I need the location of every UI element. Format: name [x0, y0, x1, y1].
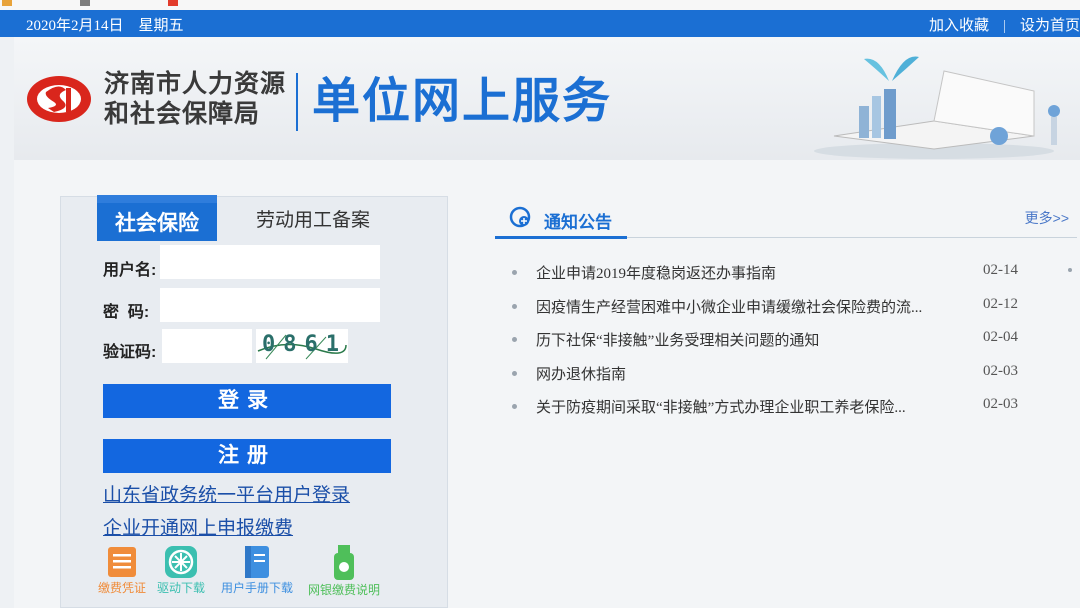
captcha-label: 验证码: — [103, 344, 157, 361]
username-input[interactable] — [160, 245, 380, 279]
notice-header: 通知公告 更多>> — [495, 196, 1077, 239]
social-security-logo-icon — [27, 76, 91, 122]
download-driver-icon — [165, 546, 197, 578]
add-favorite-link[interactable]: 加入收藏 — [929, 18, 989, 34]
notice-text[interactable]: 网办退休指南 — [536, 363, 626, 384]
tool-driver-download[interactable]: 驱动下载 — [152, 545, 210, 596]
more-notices-link[interactable]: 更多>> — [1025, 208, 1069, 228]
list-item[interactable]: 历下社保“非接触”业务受理相关问题的通知 02-04 — [512, 329, 1080, 363]
service-title: 单位网上服务 — [312, 75, 613, 128]
header-divider — [296, 73, 298, 131]
organization-name-line1: 济南市人力资源 — [104, 70, 287, 98]
list-item[interactable]: 因疫情生产经营困难中小微企业申请缓缴社会保险费的流... 02-12 — [512, 296, 1080, 330]
bullet-icon — [512, 370, 517, 376]
bullet-icon — [1068, 268, 1072, 272]
username-label: 用户名: — [103, 262, 157, 279]
password-label: 密 码: — [103, 304, 150, 321]
decorative-book-illustration-icon — [814, 56, 1060, 159]
receipt-icon — [108, 547, 136, 577]
notice-bell-icon — [509, 206, 531, 228]
tool-payment-receipt[interactable]: 缴费凭证 — [94, 545, 150, 596]
usb-key-icon — [334, 545, 354, 580]
notice-date: 02-03 — [983, 362, 1018, 379]
password-input[interactable] — [160, 288, 380, 322]
browser-bookmarks-bar — [0, 0, 1080, 10]
notice-title-underline — [495, 236, 627, 239]
list-item[interactable]: 企业申请2019年度稳岗返还办事指南 02-14 — [512, 262, 1080, 296]
tab-social-insurance[interactable]: 社会保险 — [97, 195, 217, 241]
tool-label: 用户手册下载 — [220, 581, 293, 595]
manual-icon — [245, 546, 269, 578]
tool-label: 驱动下载 — [156, 581, 205, 595]
top-bar: 2020年2月14日 星期五 加入收藏 | 设为首页 — [0, 10, 1080, 37]
bullet-icon — [512, 404, 517, 409]
province-login-link[interactable]: 山东省政务统一平台用户登录 — [103, 480, 350, 507]
captcha-image[interactable]: 0861 — [256, 329, 348, 363]
notice-text[interactable]: 企业申请2019年度稳岗返还办事指南 — [536, 262, 776, 283]
tool-manual-download[interactable]: 用户手册下载 — [214, 545, 300, 596]
notice-text[interactable]: 关于防疫期间采取“非接触”方式办理企业职工养老保险... — [536, 396, 906, 417]
top-links-separator: | — [1002, 18, 1006, 34]
bookmark-icon[interactable] — [2, 0, 12, 6]
tool-label: 缴费凭证 — [97, 581, 146, 595]
tool-label: 网银缴费说明 — [307, 583, 380, 597]
tool-ebank-payment-guide[interactable]: 网银缴费说明 — [300, 545, 388, 598]
bookmark-icon[interactable] — [168, 0, 178, 6]
notice-text[interactable]: 历下社保“非接触”业务受理相关问题的通知 — [536, 329, 819, 350]
current-date: 2020年2月14日 星期五 — [26, 18, 184, 34]
bullet-icon — [512, 270, 517, 275]
notice-date: 02-12 — [983, 295, 1018, 312]
notice-list: 企业申请2019年度稳岗返还办事指南 02-14 因疫情生产经营困难中小微企业申请… — [512, 262, 1080, 430]
set-homepage-link[interactable]: 设为首页 — [1020, 18, 1080, 34]
notice-title: 通知公告 — [544, 213, 612, 232]
bookmark-icon[interactable] — [80, 0, 90, 6]
notice-date: 02-14 — [983, 262, 1018, 278]
login-button[interactable]: 登录 — [103, 384, 391, 418]
list-item[interactable]: 关于防疫期间采取“非接触”方式办理企业职工养老保险... 02-03 — [512, 396, 1080, 430]
notice-date: 02-03 — [983, 396, 1018, 412]
top-links: 加入收藏 | 设为首页 — [929, 14, 1080, 35]
organization-name-line2: 和社会保障局 — [104, 100, 261, 128]
register-button[interactable]: 注册 — [103, 439, 391, 473]
list-item[interactable]: 网办退休指南 02-03 — [512, 363, 1080, 397]
bullet-icon — [512, 303, 517, 309]
organization-name: 济南市人力资源 和社会保障局 — [104, 69, 286, 129]
notice-date: 02-04 — [983, 329, 1018, 345]
captcha-input[interactable] — [162, 329, 252, 363]
header-banner: 济南市人力资源 和社会保障局 单位网上服务 — [14, 37, 1080, 160]
notice-text[interactable]: 因疫情生产经营困难中小微企业申请缓缴社会保险费的流... — [536, 296, 922, 317]
bullet-icon — [512, 337, 517, 342]
captcha-code: 0861 — [262, 332, 347, 357]
tab-labor-filing[interactable]: 劳动用工备案 — [256, 205, 370, 232]
enable-online-filing-link[interactable]: 企业开通网上申报缴费 — [103, 513, 293, 540]
